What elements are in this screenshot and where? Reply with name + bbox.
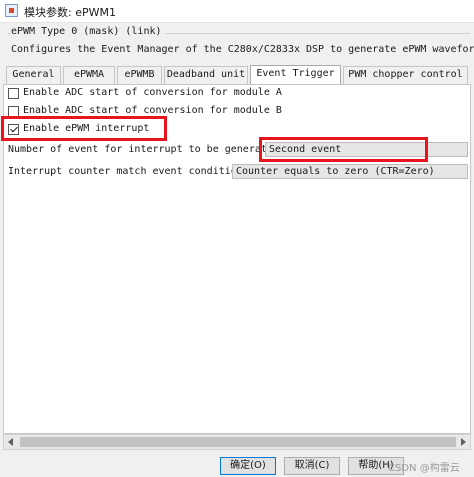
- title-bar: 模块参数: ePWM1: [0, 0, 474, 23]
- window-title: 模块参数: ePWM1: [24, 6, 116, 19]
- tab-pwm-chopper-control[interactable]: PWM chopper control: [343, 66, 468, 84]
- adc-a-checkbox[interactable]: [8, 88, 19, 99]
- simulink-block-icon: [5, 4, 18, 17]
- tab-general[interactable]: General: [6, 66, 61, 84]
- mask-type: ePWM Type 0 (mask) (link): [11, 26, 165, 37]
- adc-a-label: Enable ADC start of conversion for modul…: [23, 87, 282, 98]
- cancel-button[interactable]: 取消(C): [284, 457, 340, 475]
- horizontal-scrollbar[interactable]: [3, 434, 471, 450]
- tab-epwma[interactable]: ePWMA: [63, 66, 115, 84]
- scroll-thumb[interactable]: [20, 437, 456, 447]
- tab-epwmb[interactable]: ePWMB: [117, 66, 162, 84]
- counter-condition-label: Interrupt counter match event condition:: [8, 166, 249, 177]
- tab-event-trigger[interactable]: Event Trigger: [250, 65, 341, 85]
- highlight-num-events: [259, 137, 428, 162]
- scroll-right-icon[interactable]: [461, 438, 466, 446]
- mask-info-group: ePWM Type 0 (mask) (link) Configures the…: [8, 26, 474, 62]
- counter-condition-select[interactable]: Counter equals to zero (CTR=Zero): [232, 164, 468, 179]
- num-events-label: Number of event for interrupt to be gene…: [8, 144, 285, 155]
- tab-deadband-unit[interactable]: Deadband unit: [164, 66, 248, 84]
- adc-b-label: Enable ADC start of conversion for modul…: [23, 105, 282, 116]
- ok-button[interactable]: 确定(O): [220, 457, 276, 475]
- mask-description: Configures the Event Manager of the C280…: [11, 44, 474, 55]
- highlight-epwm-interrupt: [1, 116, 167, 141]
- scroll-left-icon[interactable]: [8, 438, 13, 446]
- tab-strip: General ePWMA ePWMB Deadband unit Event …: [6, 65, 468, 85]
- watermark: CSDN @构雷云: [388, 463, 460, 474]
